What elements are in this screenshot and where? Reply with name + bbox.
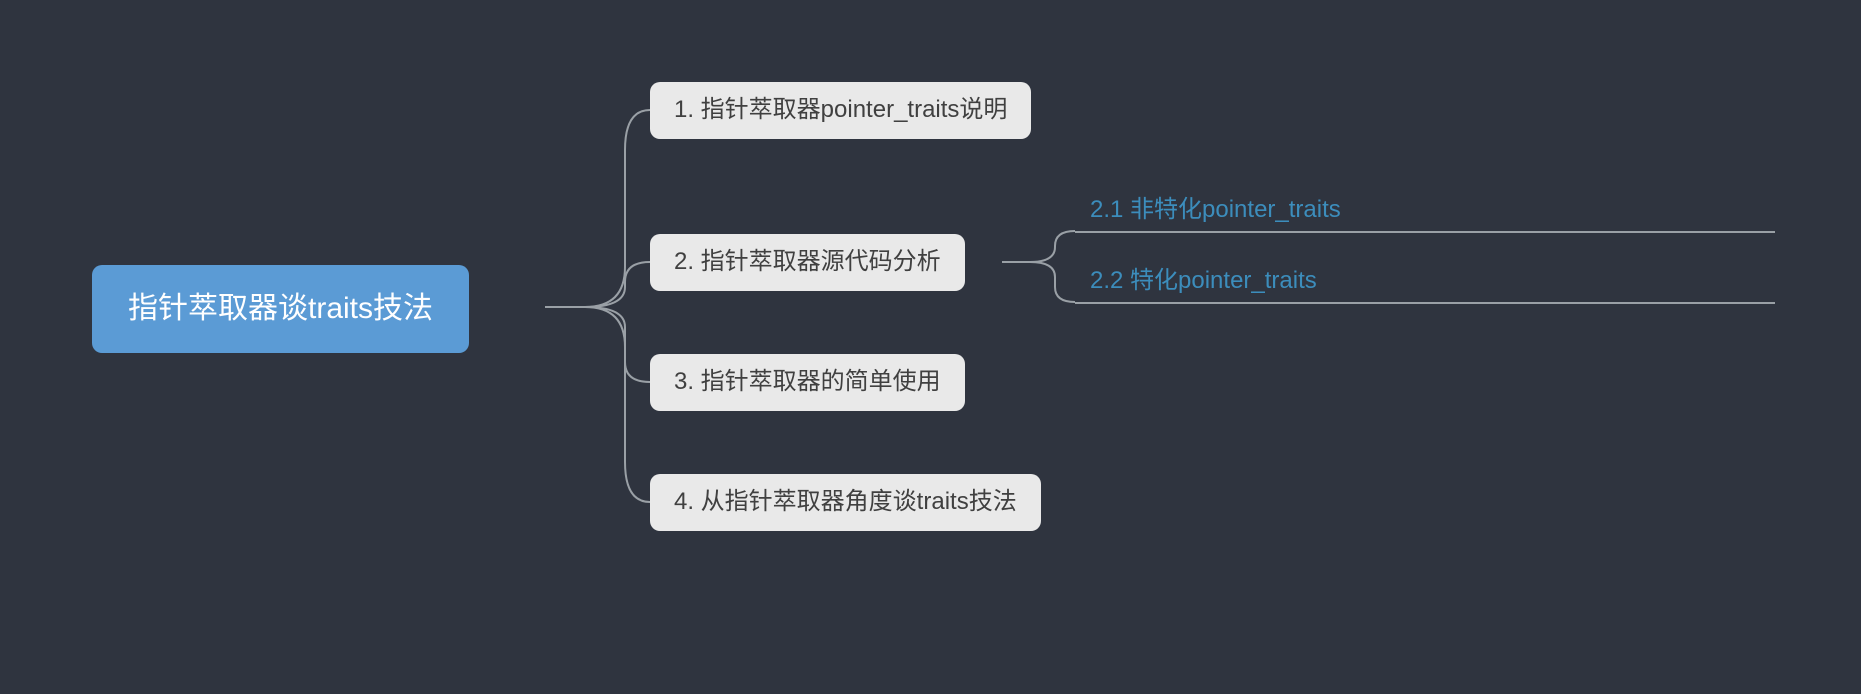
leaf-1-label: 2.1 非特化pointer_traits — [1090, 196, 1341, 223]
child-node-3[interactable]: 3. 指针萃取器的简单使用 — [650, 354, 965, 411]
child-node-2[interactable]: 2. 指针萃取器源代码分析 — [650, 234, 965, 291]
child-4-label: 4. 从指针萃取器角度谈traits技法 — [674, 488, 1017, 515]
leaf-2-label: 2.2 特化pointer_traits — [1090, 267, 1317, 294]
leaf-1-underline — [1075, 231, 1775, 233]
root-label: 指针萃取器谈traits技法 — [128, 292, 433, 325]
child-node-4[interactable]: 4. 从指针萃取器角度谈traits技法 — [650, 474, 1041, 531]
leaf-node-2[interactable]: 2.2 特化pointer_traits — [1090, 267, 1317, 296]
child-node-1[interactable]: 1. 指针萃取器pointer_traits说明 — [650, 82, 1031, 139]
child-3-label: 3. 指针萃取器的简单使用 — [674, 368, 941, 395]
leaf-2-underline — [1075, 302, 1775, 304]
root-node[interactable]: 指针萃取器谈traits技法 — [92, 265, 469, 353]
leaf-node-1[interactable]: 2.1 非特化pointer_traits — [1090, 196, 1341, 225]
child-1-label: 1. 指针萃取器pointer_traits说明 — [674, 96, 1007, 123]
child-2-label: 2. 指针萃取器源代码分析 — [674, 248, 941, 275]
